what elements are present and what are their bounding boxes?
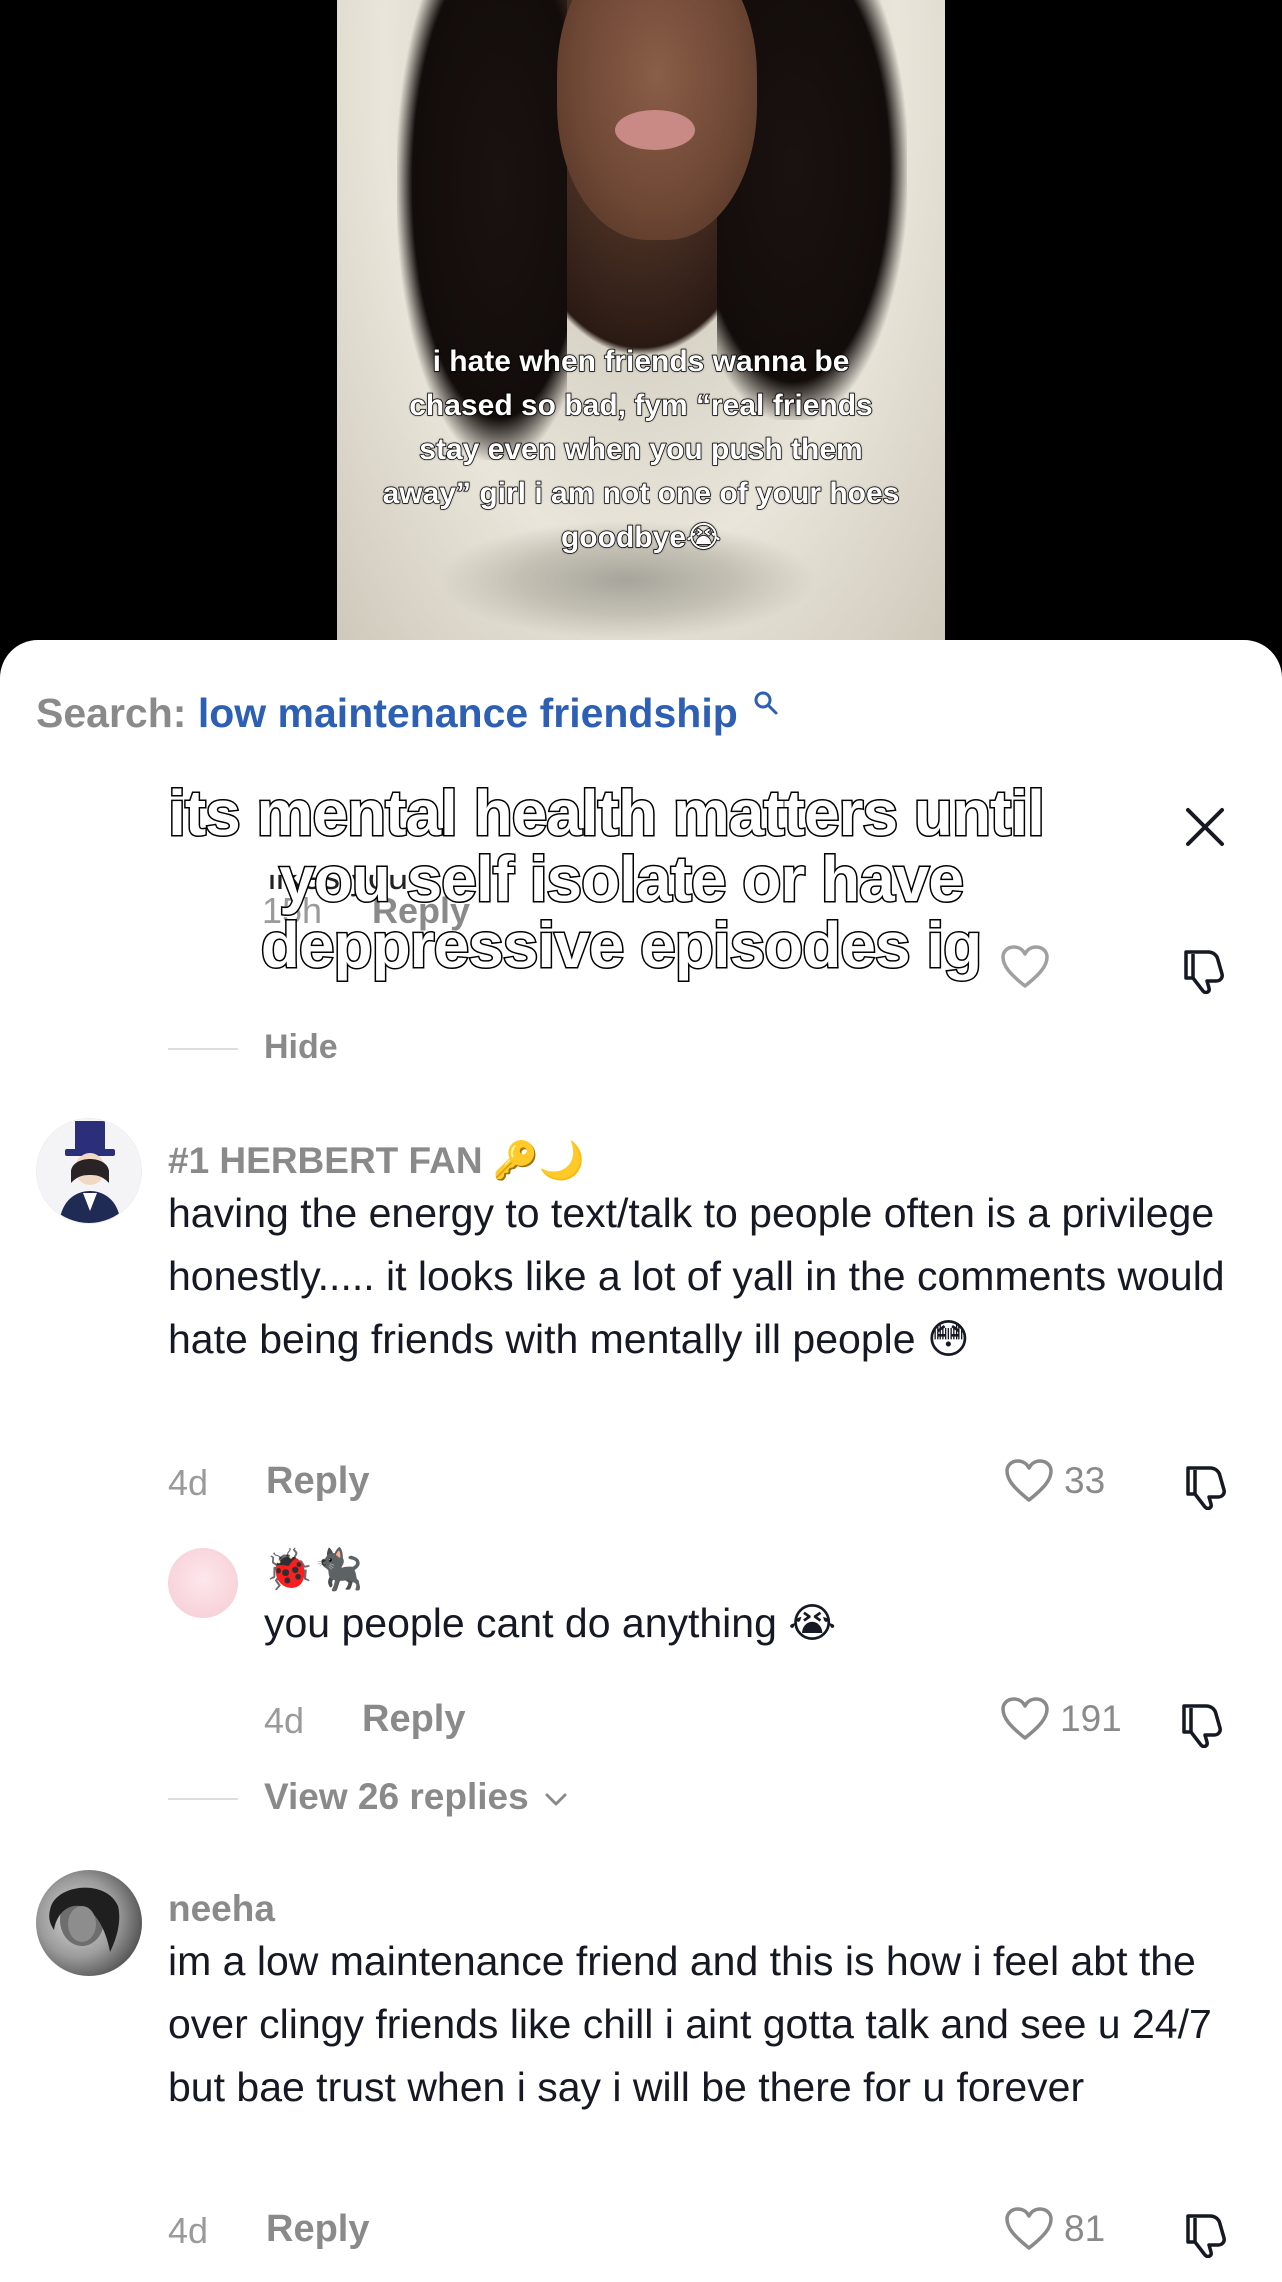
search-term-link[interactable]: low maintenance friendship [198,690,738,736]
comment-text: having the energy to text/talk to people… [168,1190,1225,1362]
app-root: i hate when friends wanna be chased so b… [0,0,1282,2282]
reply-button[interactable]: Reply [266,1460,369,1503]
dislike-icon[interactable] [1178,1698,1228,1748]
avatar-image [37,1119,141,1223]
dislike-icon[interactable] [1182,2208,1232,2258]
like-count: 33 [1064,1460,1106,1501]
heart-icon [1001,1697,1049,1740]
reply-avatar[interactable] [168,1548,238,1618]
heart-icon [1005,2207,1053,2250]
overlay-caption-line: you self isolate or have [278,843,966,915]
like-count: 81 [1064,2208,1106,2249]
heart-icon [1005,1459,1053,1502]
comment-time: 4d [168,2210,209,2251]
overlay-caption-line: its mental health matters until [167,777,1047,849]
avatar[interactable] [36,1870,142,1976]
avatar[interactable] [36,1118,142,1224]
reply-button[interactable]: Reply [362,1698,465,1741]
search-suggestion[interactable]: Search: low maintenance friendship [36,688,779,738]
reply-button[interactable]: Reply [266,2208,369,2251]
divider-line [168,1048,238,1050]
divider-line [168,1798,238,1800]
reply-text: you people cant do anything 😭 [264,1600,837,1646]
reply-time: 4d [264,1700,305,1741]
search-icon [754,691,778,715]
comment-time: 4d [168,1462,209,1503]
like-button[interactable]: 191 [1000,1696,1122,1742]
reply-username[interactable]: 🐞🐈‍⬛ [264,1546,364,1593]
overlay-caption-line: deppressive episodes ig [259,909,983,981]
search-prefix: Search: [36,690,187,736]
comments-sheet: Search: low maintenance friendship likes… [0,640,1282,2282]
avatar-image [49,1887,120,1952]
video-caption: i hate when friends wanna be chased so b… [382,344,900,555]
like-button[interactable]: 33 [1004,1458,1105,1504]
dislike-icon[interactable] [1182,1460,1232,1510]
chevron-down-icon [545,1793,567,1806]
view-replies-label: View 26 replies [264,1776,529,1817]
view-replies-button[interactable]: View 26 replies [264,1776,569,1818]
video-graphic [615,110,695,150]
like-button[interactable]: 81 [1004,2206,1105,2252]
overlay-caption: its mental health matters until you self… [0,777,1282,981]
comment-item: neeha im a low maintenance friend and th… [0,1870,1282,2270]
hide-replies-row[interactable]: Hide [0,1024,1282,1067]
comment-username[interactable]: #1 HERBERT FAN 🔑🌙 [168,1140,585,1183]
video-frame[interactable]: i hate when friends wanna be chased so b… [337,0,945,640]
like-count: 191 [1060,1698,1122,1739]
video-player[interactable]: i hate when friends wanna be chased so b… [0,0,1282,640]
comment-username[interactable]: neeha [168,1888,275,1930]
comment-text: im a low maintenance friend and this is … [168,1938,1212,2110]
hide-replies-button[interactable]: Hide [264,1028,338,1067]
comment-item: #1 HERBERT FAN 🔑🌙 having the energy to t… [0,1118,1282,1817]
